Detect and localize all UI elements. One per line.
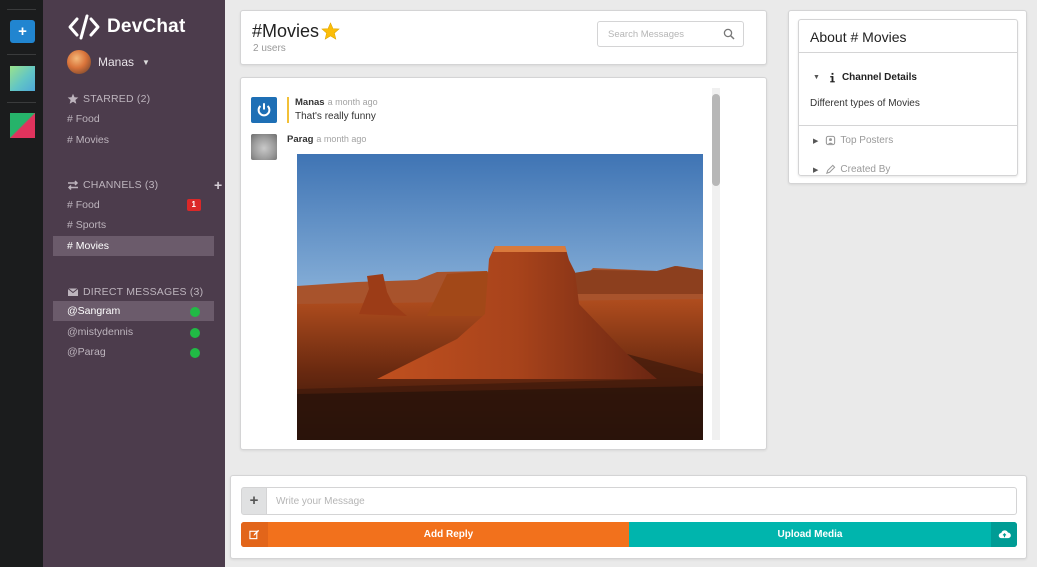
dm-item-mistydennis[interactable]: @mistydennis [53, 322, 214, 342]
direct-messages-title: DIRECT MESSAGES (3) [83, 286, 204, 298]
mail-icon [67, 288, 79, 296]
online-status-icon [190, 348, 200, 358]
color-swatch[interactable] [10, 66, 35, 91]
caret-down-icon: ▼ [813, 74, 820, 81]
channel-item-movies[interactable]: # Movies [53, 236, 214, 256]
avatar [251, 97, 277, 123]
channel-header: #Movies 2 users [240, 10, 767, 65]
add-reply-button[interactable]: Add Reply [241, 522, 629, 547]
rail-divider [7, 54, 36, 55]
message-text: That's really funny [295, 111, 376, 122]
message-time: a month ago [327, 97, 378, 107]
cloud-upload-icon [991, 522, 1017, 547]
starred-item-movies[interactable]: # Movies [53, 130, 214, 150]
user-menu[interactable]: Manas ▼ [67, 50, 150, 74]
message-input[interactable] [267, 487, 1017, 515]
pencil-icon [826, 164, 836, 174]
dm-label: @Sangram [67, 305, 121, 317]
message-body: Manas a month ago That's really funny [287, 97, 378, 123]
attach-button[interactable]: + [241, 487, 267, 515]
starred-title: STARRED (2) [83, 93, 151, 105]
dm-label: @Parag [67, 346, 106, 358]
add-color-button[interactable]: + [10, 20, 35, 43]
search-icon[interactable] [723, 28, 735, 40]
exchange-icon [67, 180, 79, 191]
edit-icon [241, 522, 268, 547]
avatar [67, 50, 91, 74]
online-status-icon [190, 307, 200, 317]
messages-scrollbar[interactable] [712, 88, 720, 440]
channel-title: #Movies [252, 21, 340, 42]
add-reply-label: Add Reply [423, 529, 474, 540]
direct-messages-header: DIRECT MESSAGES (3) [67, 286, 203, 298]
message-time: a month ago [316, 134, 367, 144]
app-name: DevChat [107, 16, 186, 37]
top-posters-toggle[interactable]: ▶ Top Posters [813, 135, 893, 146]
caret-right-icon: ▶ [813, 137, 819, 145]
unread-badge: 1 [186, 199, 201, 211]
message-composer: + Add Reply Upload Media [230, 475, 1027, 559]
message: Manas a month ago That's really funny [251, 97, 378, 123]
channel-item-sports[interactable]: # Sports [53, 215, 214, 235]
add-channel-icon[interactable]: + [214, 177, 222, 193]
code-icon [68, 14, 100, 40]
channel-label: # Food [67, 199, 100, 211]
scroll-thumb[interactable] [712, 94, 720, 186]
online-status-icon [190, 328, 200, 338]
created-by-toggle[interactable]: ▶ Created By [813, 164, 890, 175]
channel-name: #Movies [252, 21, 320, 41]
message-author[interactable]: Parag [287, 134, 313, 145]
channel-details-toggle[interactable]: ▼ Channel Details [813, 72, 917, 83]
chevron-down-icon: ▼ [142, 57, 150, 67]
messages-panel: Manas a month ago That's really funny Par… [240, 77, 767, 450]
color-swatch[interactable] [10, 113, 35, 138]
sidebar: DevChat Manas ▼ STARRED (2) # Food # Mov… [43, 0, 225, 567]
user-name: Manas [98, 55, 135, 69]
color-rail: + [0, 0, 43, 567]
message-image[interactable] [297, 154, 703, 440]
caret-right-icon: ▶ [813, 166, 819, 174]
message-author[interactable]: Manas [295, 97, 325, 108]
brand: DevChat [67, 14, 185, 40]
info-icon [830, 72, 835, 83]
upload-media-button[interactable]: Upload Media [629, 522, 1017, 547]
channel-details-label: Channel Details [841, 72, 917, 83]
about-panel: About # Movies ▼ Channel Details Differe… [788, 10, 1027, 184]
rail-divider [7, 102, 36, 103]
search-box [597, 21, 744, 47]
avatar [251, 134, 277, 160]
power-icon [257, 103, 271, 117]
channels-header: CHANNELS (3) + [67, 177, 222, 193]
starred-header: STARRED (2) [67, 93, 150, 105]
dm-label: @mistydennis [67, 326, 134, 338]
divider [799, 125, 1017, 126]
dm-item-parag[interactable]: @Parag [53, 342, 214, 362]
about-card: About # Movies ▼ Channel Details Differe… [798, 19, 1018, 176]
dm-item-sangram[interactable]: @Sangram [53, 301, 214, 321]
star-icon [67, 93, 79, 104]
rail-divider [7, 9, 36, 10]
created-by-label: Created By [840, 164, 891, 175]
divider [799, 52, 1017, 53]
user-count: 2 users [253, 43, 286, 54]
user-circle-icon [826, 135, 836, 146]
star-icon[interactable] [321, 22, 340, 41]
search-input[interactable] [598, 22, 718, 46]
top-posters-label: Top Posters [840, 135, 894, 146]
about-title: About # Movies [810, 29, 907, 45]
upload-media-label: Upload Media [777, 529, 843, 540]
channels-title: CHANNELS (3) [83, 179, 159, 191]
channel-description: Different types of Movies [810, 98, 920, 109]
channel-item-food[interactable]: # Food 1 [53, 195, 214, 215]
starred-item-food[interactable]: # Food [53, 109, 214, 129]
